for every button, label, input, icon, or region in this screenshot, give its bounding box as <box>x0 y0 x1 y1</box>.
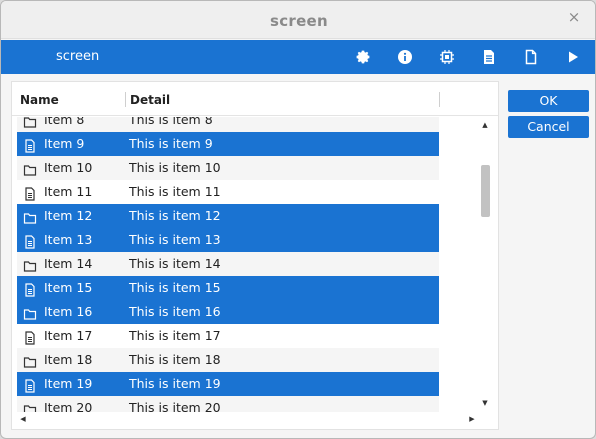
toolbar: screen <box>1 40 595 74</box>
column-separator[interactable] <box>439 92 440 107</box>
play-icon[interactable] <box>562 46 584 68</box>
scroll-up-icon[interactable]: ▲ <box>481 121 489 129</box>
folder-icon <box>23 117 37 128</box>
row-detail: This is item 10 <box>129 160 221 175</box>
folder-icon <box>23 353 37 368</box>
window-title: screen <box>269 12 329 30</box>
table-row[interactable]: Item 19 This is item 19 <box>17 372 439 396</box>
row-name: Item 11 <box>44 184 93 199</box>
table-row[interactable]: Item 15 This is item 15 <box>17 276 439 300</box>
row-name: Item 17 <box>44 328 93 343</box>
row-detail: This is item 16 <box>129 304 221 319</box>
horizontal-scrollbar[interactable]: ◀ ▶ <box>17 412 478 426</box>
column-header-detail[interactable]: Detail <box>130 93 170 107</box>
info-icon[interactable] <box>394 46 416 68</box>
vertical-scrollbar[interactable]: ▲ ▼ <box>478 117 492 411</box>
row-detail: This is item 19 <box>129 376 221 391</box>
row-name: Item 14 <box>44 256 93 271</box>
scroll-down-icon[interactable]: ▼ <box>481 399 489 407</box>
table-row[interactable]: Item 18 This is item 18 <box>17 348 439 372</box>
table-row[interactable]: Item 16 This is item 16 <box>17 300 439 324</box>
folder-icon <box>23 161 37 176</box>
row-name: Item 18 <box>44 352 93 367</box>
row-name: Item 13 <box>44 232 93 247</box>
table-row[interactable]: Item 10 This is item 10 <box>17 156 439 180</box>
chip-icon[interactable] <box>436 46 458 68</box>
folder-icon <box>23 305 37 320</box>
document-icon <box>23 329 37 345</box>
title-bar: screen × <box>1 1 595 39</box>
row-name: Item 16 <box>44 304 93 319</box>
document-icon <box>23 281 37 297</box>
dialog-window: screen × screen Name Detail Item 8 This … <box>0 0 596 439</box>
scroll-left-icon[interactable]: ◀ <box>19 415 27 423</box>
toolbar-label: screen <box>56 49 100 64</box>
row-detail: This is item 17 <box>129 328 221 343</box>
row-detail: This is item 14 <box>129 256 221 271</box>
row-detail: This is item 15 <box>129 280 221 295</box>
document-icon <box>23 185 37 201</box>
row-name: Item 10 <box>44 160 93 175</box>
table-row[interactable]: Item 11 This is item 11 <box>17 180 439 204</box>
close-icon[interactable]: × <box>567 10 581 25</box>
table-row[interactable]: Item 12 This is item 12 <box>17 204 439 228</box>
row-name: Item 12 <box>44 208 93 223</box>
scroll-right-icon[interactable]: ▶ <box>468 415 476 423</box>
table-row[interactable]: Item 8 This is item 8 <box>17 117 439 132</box>
table-row[interactable]: Item 17 This is item 17 <box>17 324 439 348</box>
row-name: Item 8 <box>44 117 85 127</box>
table-row[interactable]: Item 13 This is item 13 <box>17 228 439 252</box>
row-detail: This is item 18 <box>129 352 221 367</box>
document-icon <box>23 233 37 249</box>
list-view: Name Detail Item 8 This is item 8 Item 9 Th… <box>11 81 499 430</box>
cancel-button[interactable]: Cancel <box>508 116 589 138</box>
column-header-name[interactable]: Name <box>20 93 59 107</box>
scrollbar-thumb[interactable] <box>481 165 490 217</box>
table-header: Name Detail <box>12 82 498 116</box>
table-row[interactable]: Item 14 This is item 14 <box>17 252 439 276</box>
ok-button[interactable]: OK <box>508 90 589 112</box>
row-detail: This is item 13 <box>129 232 221 247</box>
row-detail: This is item 9 <box>129 136 213 151</box>
document-icon[interactable] <box>520 46 542 68</box>
column-separator[interactable] <box>125 92 126 107</box>
document-text-icon[interactable] <box>478 46 500 68</box>
row-name: Item 9 <box>44 136 85 151</box>
table-body: Item 8 This is item 8 Item 9 This is item 9… <box>17 117 439 414</box>
row-name: Item 19 <box>44 376 93 391</box>
row-detail: This is item 12 <box>129 208 221 223</box>
document-icon <box>23 377 37 393</box>
row-name: Item 15 <box>44 280 93 295</box>
folder-icon <box>23 257 37 272</box>
row-detail: This is item 11 <box>129 184 221 199</box>
folder-icon <box>23 209 37 224</box>
table-row[interactable]: Item 9 This is item 9 <box>17 132 439 156</box>
row-detail: This is item 8 <box>129 117 213 127</box>
gear-icon[interactable] <box>352 46 374 68</box>
document-icon <box>23 137 37 153</box>
